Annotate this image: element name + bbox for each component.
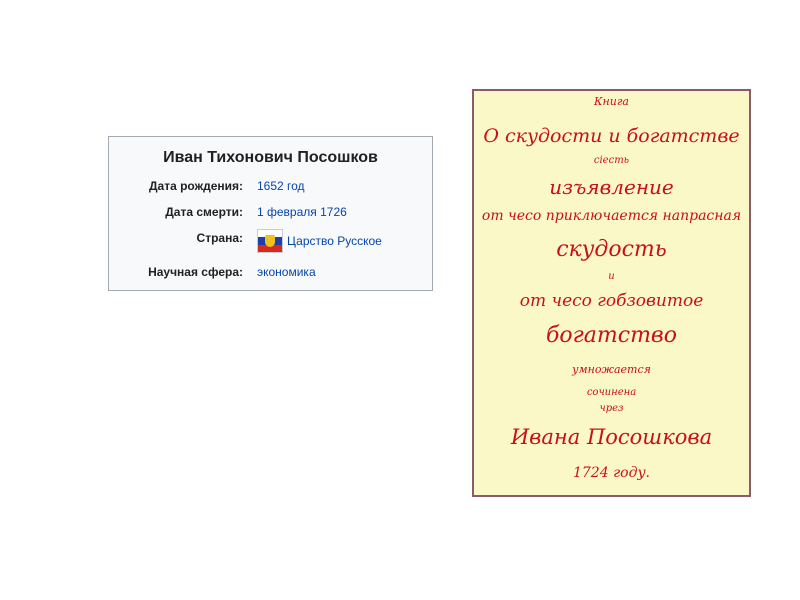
manuscript-line: умножается	[572, 363, 651, 376]
field-link[interactable]: экономика	[257, 265, 316, 279]
russian-tsardom-flag-icon[interactable]	[257, 229, 283, 253]
manuscript-line: Ивана Посошкова	[510, 425, 713, 449]
infobox-title: Иван Тихонович Посошков	[163, 149, 378, 166]
country-label: Страна:	[196, 231, 243, 245]
manuscript-line: богатство	[545, 323, 677, 348]
birth-date-label: Дата рождения:	[148, 179, 243, 193]
manuscript-line: изъявление	[549, 175, 674, 199]
infobox-row-birth: Дата рождения: 1652 год	[109, 179, 432, 193]
manuscript-line: сочинена	[586, 387, 637, 398]
infobox-row-field: Научная сфера: экономика	[109, 265, 432, 279]
country-value: Царство Русское	[257, 229, 382, 253]
manuscript-line: и	[608, 271, 615, 282]
manuscript-line: сіесть	[593, 155, 630, 166]
death-date-label: Дата смерти:	[165, 205, 243, 219]
country-link[interactable]: Царство Русское	[287, 234, 382, 248]
field-label: Научная сфера:	[148, 265, 243, 279]
manuscript-line: Книга	[594, 95, 629, 108]
manuscript-line: от чесо гобзовитое	[519, 291, 704, 311]
manuscript-line: скудость	[556, 237, 667, 262]
manuscript-line: О скудости и богатстве	[483, 125, 740, 147]
manuscript-line: от чесо приключается напрасная	[481, 208, 742, 224]
manuscript-title-page: Книга О скудости и богатстве сіесть изъя…	[472, 89, 751, 497]
infobox-row-country: Страна: Царство Русское	[109, 229, 432, 253]
manuscript-line: 1724 году.	[572, 465, 651, 481]
infobox-row-death: Дата смерти: 1 февраля 1726	[109, 205, 432, 219]
manuscript-line: чрез	[599, 403, 624, 414]
death-date-link[interactable]: 1 февраля 1726	[257, 205, 347, 219]
birth-date-link[interactable]: 1652 год	[257, 179, 305, 193]
person-infobox: Иван Тихонович Посошков Дата рождения: 1…	[108, 136, 433, 291]
